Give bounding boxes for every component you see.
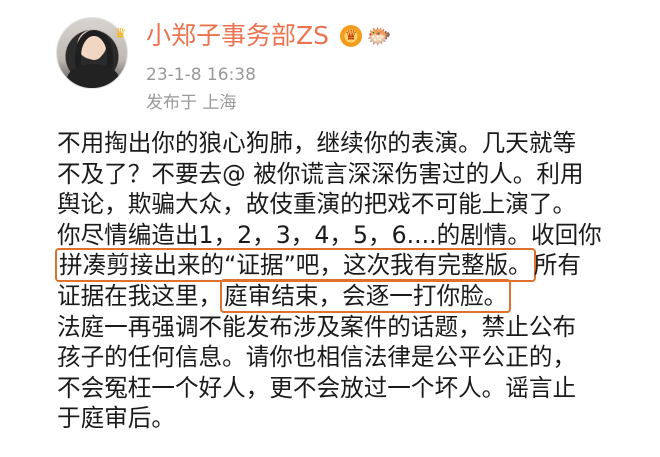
avatar-container[interactable]: ♛ [56, 17, 128, 89]
post-content: 不用掏出你的狼心狗肺，继续你的表演。几天就等 不及了？不要去@ 被你谎言深深伤害… [55, 128, 647, 434]
text-segment: 所有 [533, 251, 581, 280]
content-line: 不及了？不要去@ 被你谎言深深伤害过的人。利用 [57, 159, 647, 190]
text-segment: 不用掏出你的狼心狗肺，继续你的表演。几天就等 [57, 129, 577, 157]
content-line: 证据在我这里，庭审结束，会逐一打你脸。 [57, 278, 647, 313]
post-timestamp[interactable]: 23-1-8 16:38 [146, 64, 256, 86]
content-line: 于庭审后。 [57, 403, 647, 434]
text-segment: 于庭审后。 [57, 404, 175, 433]
fish-icon[interactable]: 🐡 [367, 25, 392, 47]
content-line: 不会冤枉一个好人，更不会放过一个坏人。谣言止 [57, 373, 647, 404]
text-segment: 不及了？不要去@ 被你谎言深深伤害过的人。利用 [57, 159, 584, 188]
content-line: 拼凑剪接出来的“证据”吧，这次我有完整版。所有 [55, 248, 647, 283]
crown-icon: ♛ [114, 26, 127, 42]
text-segment: 法庭一再强调不能发布涉及案件的话题，禁止公布 [57, 312, 577, 341]
text-segment: 不会冤枉一个好人，更不会放过一个坏人。谣言止 [57, 373, 577, 402]
text-segment: 证据在我这里， [57, 281, 223, 310]
post-location: 发布于 上海 [146, 93, 237, 113]
content-line: 不用掏出你的狼心狗肺，继续你的表演。几天就等 [57, 128, 647, 159]
text-segment: 你尽情编造出1，2，3，4，5，6....的剧情。收回你 [57, 220, 602, 249]
highlight-box: 拼凑剪接出来的“证据”吧，这次我有完整版。 [55, 248, 536, 283]
avatar-face [84, 36, 104, 60]
avatar-coat [67, 64, 119, 88]
highlight-box: 庭审结束，会逐一打你脸。 [220, 278, 512, 313]
content-line: 舆论，欺骗大众，故伎重演的把戏不可能上演了。 [57, 189, 647, 220]
user-badges: ♛ 🐡 [340, 24, 392, 48]
content-line: 你尽情编造出1，2，3，4，5，6....的剧情。收回你 [57, 220, 647, 251]
username-link[interactable]: 小郑子事务部ZS [146, 20, 329, 52]
content-line: 孩子的任何信息。请你也相信法律是公平公正的， [57, 342, 647, 373]
crown-icon[interactable]: ♛ [340, 25, 362, 47]
text-segment: 孩子的任何信息。请你也相信法律是公平公正的， [57, 343, 577, 372]
text-segment: 舆论，欺骗大众，故伎重演的把戏不可能上演了。 [57, 190, 577, 219]
weibo-post: ♛ 小郑子事务部ZS ♛ 🐡 23-1-8 16:38 发布于 上海 不用掏出你… [0, 0, 660, 457]
content-line: 法庭一再强调不能发布涉及案件的话题，禁止公布 [57, 312, 647, 343]
